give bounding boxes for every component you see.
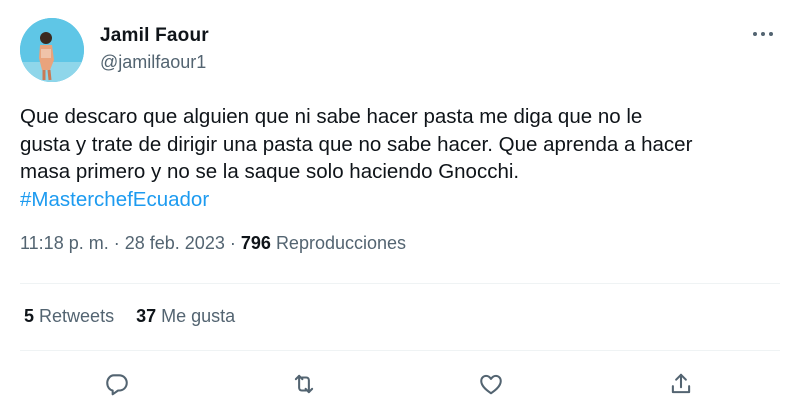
retweets-label: Retweets (39, 306, 115, 326)
hashtag-link[interactable]: #MasterchefEcuador (20, 186, 790, 214)
views-label: Reproducciones (275, 233, 407, 253)
tweet-stats: 5 Retweets 37 Me gusta (24, 306, 235, 327)
avatar[interactable] (20, 18, 84, 82)
avatar-image (20, 18, 84, 82)
retweets-count: 5 (24, 306, 35, 326)
tweet-meta: 11:18 p. m. · 28 feb. 2023 · 796 Reprodu… (20, 233, 406, 254)
share-icon[interactable] (666, 369, 696, 399)
tweet-text-line: Que descaro que alguien que ni sabe hace… (20, 105, 643, 128)
retweets-stat[interactable]: 5 Retweets (24, 306, 114, 326)
tweet-date[interactable]: 28 feb. 2023 (125, 233, 225, 253)
more-icon[interactable] (748, 22, 778, 46)
tweet-text-line: masa primero y no se la saque solo hacie… (20, 160, 520, 183)
heart-icon[interactable] (476, 369, 506, 399)
reply-icon[interactable] (102, 369, 132, 399)
views-count: 796 (240, 233, 271, 253)
tweet-card: Jamil Faour @jamilfaour1 Que descaro que… (0, 0, 800, 418)
tweet-text: Que descaro que alguien que ni sabe hace… (20, 103, 790, 213)
divider (20, 350, 780, 351)
author-name[interactable]: Jamil Faour (100, 25, 209, 47)
tweet-time[interactable]: 11:18 p. m. (20, 233, 109, 253)
retweet-icon[interactable] (289, 369, 319, 399)
likes-stat[interactable]: 37 Me gusta (136, 306, 235, 326)
tweet-text-line: gusta y trate de dirigir una pasta que n… (20, 132, 693, 156)
divider (20, 283, 780, 284)
likes-label: Me gusta (161, 306, 236, 326)
author-handle[interactable]: @jamilfaour1 (100, 52, 206, 73)
meta-separator: · (229, 233, 236, 253)
likes-count: 37 (136, 306, 157, 326)
meta-separator: · (113, 233, 120, 253)
